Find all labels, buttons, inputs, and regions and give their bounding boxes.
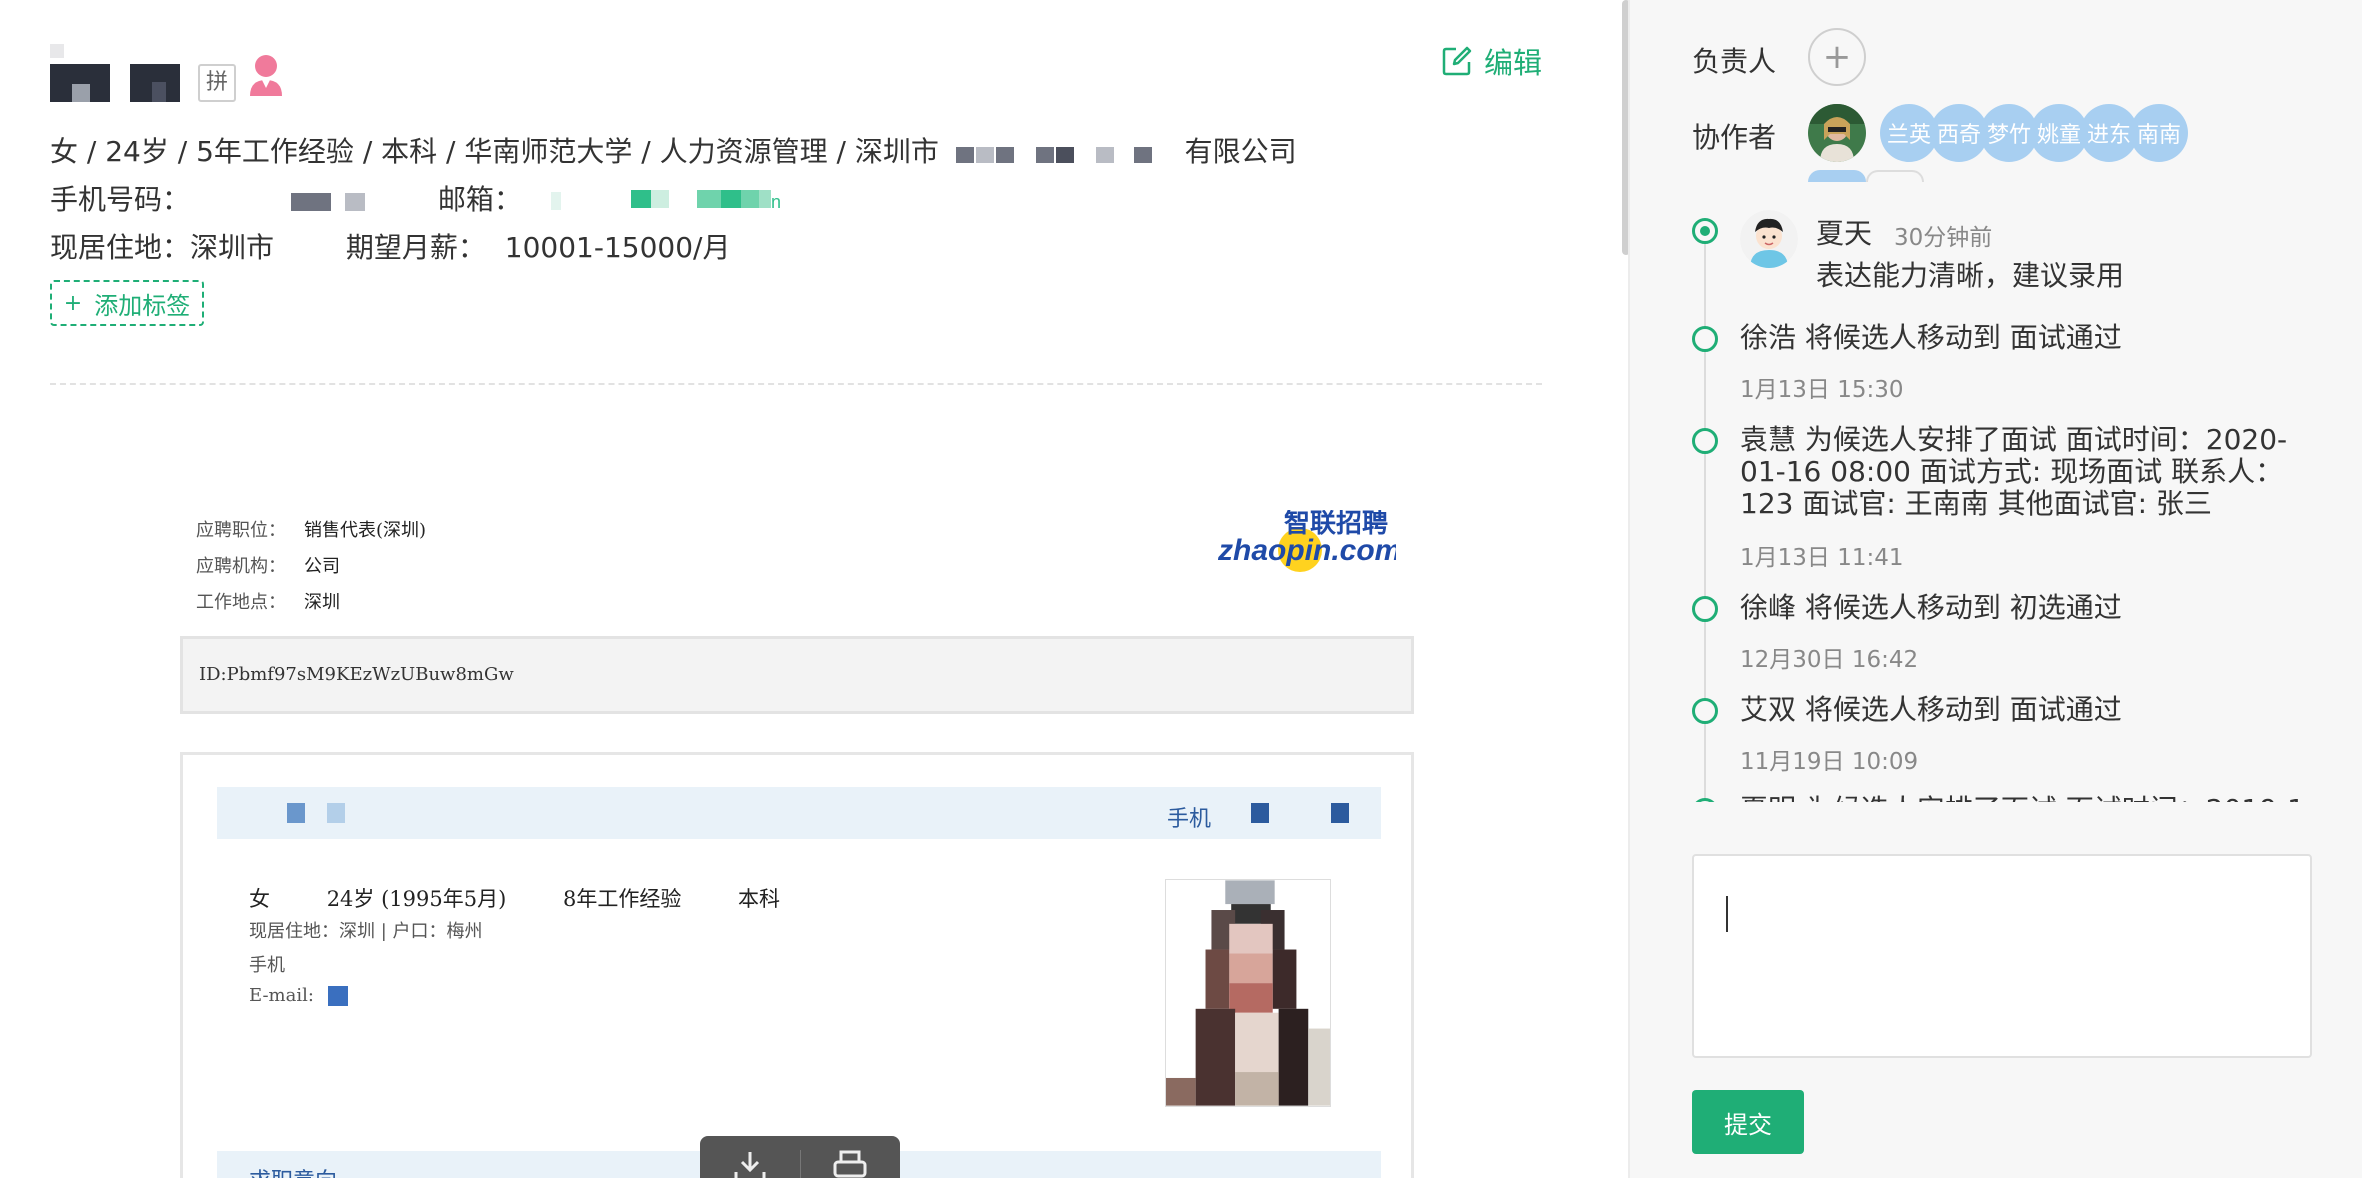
- candidate-detail-pane: 拼 编辑 女 / 24岁 / 5年工作经验 / 本科 / 华南师范大学 / 人力…: [0, 0, 1622, 1178]
- event-text: 袁慧 为候选人安排了面试 面试时间：2020-01-16 08:00 面试方式:…: [1740, 423, 2288, 520]
- resume-email-label: E-mail:: [249, 985, 314, 1006]
- event-time: 11月19日 10:09: [1740, 749, 1919, 775]
- plus-icon: +: [63, 290, 83, 316]
- add-owner-button[interactable]: +: [1808, 28, 1866, 86]
- logo-en-text: zhaopin.com: [1218, 534, 1396, 567]
- print-icon: [833, 1150, 867, 1178]
- activity-sidebar: 负责人 + 协作者 兰英 西奇 梦竹 姚童 进东 南南 夏天 30分钟前 表达能…: [1628, 0, 2362, 1178]
- resume-phone: 手机: [249, 955, 285, 976]
- edit-icon: [1442, 46, 1472, 76]
- resume-id: ID:Pbmf97sM9KEzWzUBuw8mGw: [199, 664, 514, 685]
- apply-position-value: 销售代表(深圳): [304, 520, 427, 541]
- comment-time: 30分钟前: [1894, 225, 1993, 251]
- activity-timeline[interactable]: 夏天 30分钟前 表达能力清晰，建议录用 徐浩 将候选人移动到 面试通过 1月1…: [1630, 206, 2362, 802]
- timeline-dot: [1692, 596, 1718, 622]
- resume-document: 手机 女 24岁 (1995年5月) 8年工作经验 本科 现居住地：深圳 | 户…: [180, 752, 1414, 1178]
- user-avatar: [1740, 210, 1798, 268]
- resume-header-phone: 手机: [1166, 807, 1211, 832]
- candidate-photo: [1165, 879, 1331, 1107]
- event-time: 1月13日 11:41: [1740, 545, 1904, 571]
- resume-age: 24岁 (1995年5月): [326, 887, 507, 911]
- apply-position: 应聘职位： 销售代表(深圳): [196, 516, 426, 542]
- resume-degree: 本科: [738, 887, 781, 911]
- resume-header-bar: 手机: [217, 787, 1381, 839]
- timeline-dot: [1692, 428, 1718, 454]
- resume-section-intent-title: 求职意向: [249, 1163, 337, 1178]
- text-cursor: [1726, 896, 1728, 932]
- masked-resume-name: [287, 803, 345, 823]
- apply-position-label: 应聘职位：: [196, 520, 286, 541]
- add-collaborator-button[interactable]: [1866, 170, 1924, 182]
- email-label: 邮箱：: [437, 183, 522, 216]
- resume-experience: 8年工作经验: [562, 887, 682, 911]
- event-text: 徐浩 将候选人移动到 面试通过: [1740, 321, 2122, 354]
- masked-phone: [290, 193, 365, 211]
- owner-label: 负责人: [1692, 45, 1777, 78]
- resume-id-box: ID:Pbmf97sM9KEzWzUBuw8mGw: [180, 636, 1414, 714]
- salary-label: 期望月薪：: [345, 231, 486, 264]
- masked-name-image: [50, 44, 180, 102]
- apply-org-value: 公司: [304, 556, 340, 577]
- masked-resume-phone: [1251, 803, 1349, 823]
- apply-org: 应聘机构： 公司: [196, 552, 340, 578]
- download-icon: [734, 1152, 766, 1178]
- divider: [50, 383, 1542, 385]
- zhaopin-logo: 智联招聘 zhaopin.com: [1218, 510, 1396, 572]
- edit-button[interactable]: 编辑: [1442, 40, 1542, 82]
- residence-salary-row: 现居住地：深圳市 期望月薪： 10001-15000/月: [50, 226, 730, 266]
- print-button[interactable]: [801, 1136, 901, 1178]
- timeline-dot: [1692, 698, 1718, 724]
- collaborator-avatar-overflow[interactable]: [1808, 170, 1866, 182]
- timeline-dot: [1692, 326, 1718, 352]
- add-tag-label: 添加标签: [94, 291, 191, 320]
- summary-suffix: 有限公司: [1184, 135, 1297, 168]
- phone-label: 手机号码：: [50, 183, 191, 216]
- collaborator-avatar[interactable]: 南南: [2130, 104, 2188, 162]
- collaborator-avatar-photo[interactable]: [1808, 104, 1866, 162]
- timeline-dot: [1692, 798, 1718, 802]
- event-time: 12月30日 16:42: [1740, 647, 1919, 673]
- submit-button[interactable]: 提交: [1692, 1090, 1804, 1154]
- timeline-dot-active: [1692, 218, 1718, 244]
- collaborator-label: 协作者: [1692, 121, 1777, 154]
- masked-company: [955, 147, 1152, 163]
- comment-user: 夏天: [1816, 217, 1873, 250]
- masked-resume-email: [327, 986, 348, 1006]
- add-tag-button[interactable]: + 添加标签: [50, 280, 204, 326]
- apply-location-value: 深圳: [304, 592, 340, 613]
- summary-text: 女 / 24岁 / 5年工作经验 / 本科 / 华南师范大学 / 人力资源管理 …: [50, 135, 939, 168]
- resume-gender: 女: [249, 887, 270, 911]
- residence-value: 深圳市: [190, 231, 275, 264]
- resume-basic-info: 女 24岁 (1995年5月) 8年工作经验 本科: [249, 883, 830, 913]
- resume-toolbar: [700, 1136, 900, 1178]
- comment-text: 表达能力清晰，建议录用: [1816, 259, 2125, 292]
- event-time: 1月13日 15:30: [1740, 377, 1904, 403]
- event-text: 夏明 为候选人安排了面试 面试时间：2019-1: [1740, 794, 2330, 802]
- plus-icon: +: [1822, 37, 1852, 77]
- contact-row: 手机号码： 邮箱： n: [50, 178, 811, 218]
- event-text: 徐峰 将候选人移动到 初选通过: [1740, 591, 2122, 624]
- apply-location-label: 工作地点：: [196, 592, 286, 613]
- masked-email: n: [550, 190, 781, 212]
- svg-text:n: n: [771, 192, 781, 212]
- salary-value: 10001-15000/月: [504, 231, 731, 264]
- female-gender-icon: [250, 55, 282, 96]
- pinyin-button[interactable]: 拼: [198, 64, 236, 102]
- resume-residence: 现居住地：深圳 | 户口：梅州: [249, 921, 483, 942]
- download-button[interactable]: [700, 1136, 800, 1178]
- apply-location: 工作地点： 深圳: [196, 588, 340, 614]
- resume-email: E-mail:: [249, 985, 352, 1006]
- edit-label: 编辑: [1484, 46, 1543, 80]
- candidate-summary: 女 / 24岁 / 5年工作经验 / 本科 / 华南师范大学 / 人力资源管理 …: [50, 130, 1297, 170]
- apply-org-label: 应聘机构：: [196, 556, 286, 577]
- event-text: 艾双 将候选人移动到 面试通过: [1740, 693, 2122, 726]
- comment-input[interactable]: [1692, 854, 2312, 1058]
- residence-label: 现居住地：: [50, 231, 191, 264]
